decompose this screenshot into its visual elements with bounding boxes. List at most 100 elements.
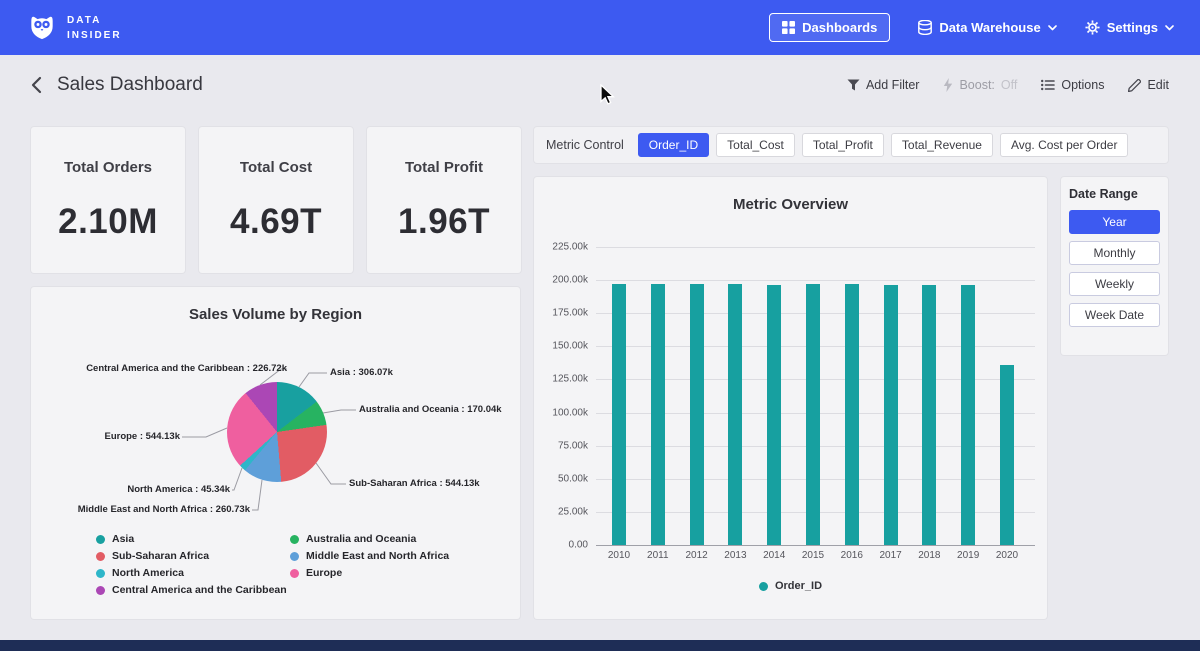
x-axis-tick-label: 2012 [685,550,707,561]
bar-2014[interactable] [767,247,781,545]
bar-rect[interactable] [845,284,859,545]
metric-button-total-revenue[interactable]: Total_Revenue [891,133,993,157]
kpi-card-total-cost: Total Cost 4.69T [199,127,353,273]
bar-2012[interactable] [690,247,704,545]
y-axis-tick-label: 200.00k [552,275,588,286]
pie-chart[interactable] [227,382,327,482]
nav-data-warehouse-button[interactable]: Data Warehouse [918,20,1056,35]
bar-2013[interactable] [728,247,742,545]
bar-legend: Order_ID [534,580,1047,592]
nav-dashboards-button[interactable]: Dashboards [769,13,890,42]
legend-label: Asia [112,533,134,545]
bar-2018[interactable] [922,247,936,545]
bar-rect[interactable] [1000,365,1014,545]
x-axis-tick: 2010 [612,550,626,561]
bar-rect[interactable] [806,284,820,545]
legend-dot [290,569,299,578]
page-title: Sales Dashboard [57,74,203,96]
logo-owl-icon [26,12,58,44]
bar-2015[interactable] [806,247,820,545]
kpi-label: Total Profit [405,159,483,176]
chevron-down-icon [1165,25,1174,31]
pie-slice-label-central-america-caribbean: Central America and the Caribbean : 226.… [86,363,287,374]
y-axis-tick-label: 125.00k [552,374,588,385]
date-range-year[interactable]: Year [1069,210,1160,234]
legend-label: Europe [306,567,342,579]
bar-2017[interactable] [884,247,898,545]
pie-legend-item-europe[interactable]: Europe [290,567,449,579]
y-axis-tick-label: 175.00k [552,308,588,319]
pie-legend-item-australia-and-oceania[interactable]: Australia and Oceania [290,533,449,545]
pie-slice-label-asia: Asia : 306.07k [330,367,393,378]
bar-rect[interactable] [612,284,626,545]
pie-legend-item-middle-east-and-north-africa[interactable]: Middle East and North Africa [290,550,449,562]
bar-rect[interactable] [767,285,781,545]
bar-rect[interactable] [922,285,936,545]
pie-legend-col-2: Australia and Oceania Middle East and Nor… [290,533,449,579]
metric-button-total-profit[interactable]: Total_Profit [802,133,884,157]
metric-button-total-cost[interactable]: Total_Cost [716,133,795,157]
kpi-value: 1.96T [398,202,490,242]
pie-legend-item-sub-saharan-africa[interactable]: Sub-Saharan Africa [96,550,287,562]
bar-rect[interactable] [961,285,975,546]
bar-rect[interactable] [651,284,665,545]
pie-legend-item-central-america-and-the-caribbean[interactable]: Central America and the Caribbean [96,584,287,596]
pie-legend-item-asia[interactable]: Asia [96,533,287,545]
x-axis-tick: 2019 [961,550,975,561]
dashboards-grid-icon [782,21,795,34]
bar-x-labels: 2010201120122013201420152016201720182019… [612,550,1014,561]
bar-rect[interactable] [728,284,742,545]
add-filter-button[interactable]: Add Filter [847,78,920,92]
y-axis-tick-label: 25.00k [558,506,588,517]
bar-legend-item-order-id[interactable]: Order_ID [759,580,822,592]
kpi-value: 4.69T [230,202,322,242]
pie-chart-card: Sales Volume by Region Asia : 306.07k Au… [31,287,520,619]
x-axis-tick-label: 2014 [763,550,785,561]
date-range-weekly[interactable]: Weekly [1069,272,1160,296]
database-icon [918,20,932,35]
x-axis-tick-label: 2016 [841,550,863,561]
x-axis-tick-label: 2015 [802,550,824,561]
x-axis-tick: 2020 [1000,550,1014,561]
kpi-card-total-profit: Total Profit 1.96T [367,127,521,273]
pie-legend-item-north-america[interactable]: North America [96,567,287,579]
edit-pencil-icon [1128,79,1141,92]
date-range-week-date[interactable]: Week Date [1069,303,1160,327]
legend-label: Central America and the Caribbean [112,584,287,596]
options-button[interactable]: Options [1041,78,1104,92]
back-button[interactable] [31,76,42,94]
bar-2011[interactable] [651,247,665,545]
boost-bolt-icon [943,78,953,92]
navbar-menu: Dashboards Data Warehouse [769,13,1174,42]
legend-dot [96,569,105,578]
y-axis-tick-label: 75.00k [558,440,588,451]
legend-dot [759,582,768,591]
bar-2019[interactable] [961,247,975,545]
date-range-monthly[interactable]: Monthly [1069,241,1160,265]
bar-2010[interactable] [612,247,626,545]
brand-line1: DATA [67,13,122,28]
boost-value: Off [1001,78,1017,92]
bar-rect[interactable] [690,284,704,545]
bar-y-labels: 225.00k200.00k175.00k150.00k125.00k100.0… [534,247,588,545]
legend-label: Sub-Saharan Africa [112,550,209,562]
gridline [596,545,1035,546]
kpi-label: Total Orders [64,159,152,176]
metric-button-order-id[interactable]: Order_ID [638,133,709,157]
legend-dot [96,586,105,595]
nav-data-warehouse-label: Data Warehouse [939,20,1040,35]
brand-logo[interactable]: DATA INSIDER [26,12,122,44]
nav-settings-button[interactable]: Settings [1085,20,1174,35]
edit-button[interactable]: Edit [1128,78,1169,92]
x-axis-tick: 2013 [728,550,742,561]
bar-series [612,247,1014,545]
metric-button-avg-cost-per-order[interactable]: Avg. Cost per Order [1000,133,1129,157]
gear-icon [1085,20,1100,35]
bar-2020[interactable] [1000,247,1014,545]
bar-2016[interactable] [845,247,859,545]
bar-rect[interactable] [884,285,898,545]
y-axis-tick-label: 100.00k [552,407,588,418]
pie-slice-label-australia-oceania: Australia and Oceania : 170.04k [359,404,502,415]
nav-dashboards-label: Dashboards [802,20,877,35]
boost-toggle[interactable]: Boost: Off [943,78,1017,92]
